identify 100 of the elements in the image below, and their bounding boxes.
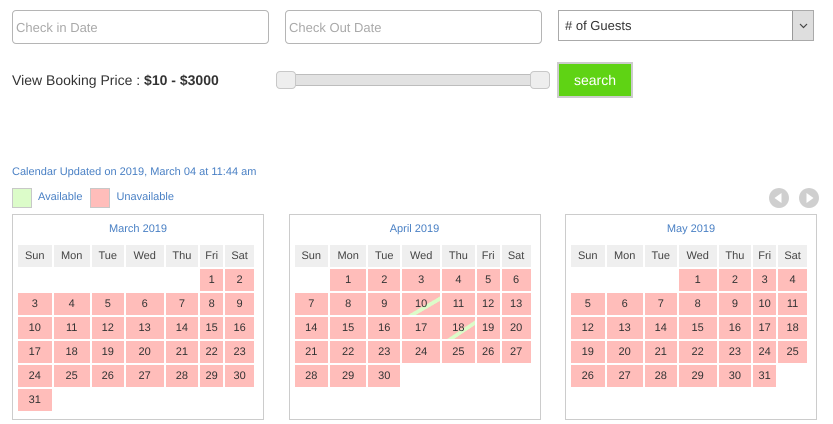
guests-select[interactable]: # of Guests xyxy=(558,10,814,41)
calendar-day[interactable]: 21 xyxy=(166,341,198,363)
calendar-day[interactable]: 5 xyxy=(571,293,604,315)
calendar-day[interactable]: 2 xyxy=(368,269,400,291)
calendar-day[interactable]: 3 xyxy=(402,269,440,291)
calendar-day[interactable]: 26 xyxy=(476,341,500,363)
calendar-day[interactable]: 1 xyxy=(330,269,366,291)
calendar-day[interactable]: 30 xyxy=(225,365,254,387)
calendar-day[interactable]: 8 xyxy=(200,293,224,315)
calendar-day[interactable]: 10 xyxy=(18,317,52,339)
calendar-day[interactable]: 11 xyxy=(54,317,90,339)
calendar-day[interactable]: 19 xyxy=(571,341,604,363)
calendar-day[interactable]: 7 xyxy=(644,293,677,315)
calendar-day[interactable]: 1 xyxy=(200,269,224,291)
calendar-day[interactable]: 11 xyxy=(442,293,475,315)
calendar-day[interactable]: 27 xyxy=(606,365,643,387)
calendar-day[interactable]: 3 xyxy=(753,269,776,291)
calendar-day[interactable]: 20 xyxy=(606,341,643,363)
calendar-day[interactable]: 14 xyxy=(166,317,198,339)
calendar-day[interactable]: 20 xyxy=(126,341,164,363)
calendar-day[interactable]: 12 xyxy=(92,317,124,339)
calendar-day[interactable]: 28 xyxy=(644,365,677,387)
calendar-day[interactable]: 25 xyxy=(54,365,90,387)
calendar-day[interactable]: 7 xyxy=(166,293,198,315)
calendar-day[interactable]: 22 xyxy=(330,341,366,363)
calendar-day[interactable]: 31 xyxy=(753,365,776,387)
calendar-day[interactable]: 16 xyxy=(225,317,254,339)
calendar-day[interactable]: 8 xyxy=(330,293,366,315)
weekday-header: Sat xyxy=(502,245,530,267)
calendar-day[interactable]: 29 xyxy=(330,365,366,387)
calendar-day[interactable]: 15 xyxy=(330,317,366,339)
calendar-day[interactable]: 13 xyxy=(606,317,643,339)
calendar-day[interactable]: 12 xyxy=(476,293,500,315)
calendar-day[interactable]: 29 xyxy=(200,365,224,387)
calendar-day[interactable]: 3 xyxy=(18,293,52,315)
calendar-day[interactable]: 25 xyxy=(442,341,475,363)
check-in-date-field[interactable]: Check in Date xyxy=(12,10,269,44)
calendar-day[interactable]: 11 xyxy=(778,293,807,315)
calendar-day[interactable]: 28 xyxy=(294,365,328,387)
calendar-day[interactable]: 30 xyxy=(718,365,752,387)
calendar-day[interactable]: 15 xyxy=(200,317,224,339)
calendar-day[interactable]: 4 xyxy=(778,269,807,291)
slider-thumb[interactable] xyxy=(276,71,296,89)
calendar-day[interactable]: 18 xyxy=(54,341,90,363)
calendar-day[interactable]: 17 xyxy=(18,341,52,363)
calendar-day[interactable]: 27 xyxy=(502,341,530,363)
calendar-day[interactable]: 8 xyxy=(678,293,717,315)
calendar-day[interactable]: 10 xyxy=(753,293,776,315)
calendar-day[interactable]: 13 xyxy=(502,293,530,315)
calendar-day[interactable]: 22 xyxy=(678,341,717,363)
calendar-day[interactable]: 13 xyxy=(126,317,164,339)
calendar-day[interactable]: 14 xyxy=(644,317,677,339)
calendar-day[interactable]: 6 xyxy=(606,293,643,315)
calendar-day[interactable]: 23 xyxy=(718,341,752,363)
calendar-day[interactable]: 19 xyxy=(92,341,124,363)
calendar-day[interactable]: 15 xyxy=(678,317,717,339)
calendar-day[interactable]: 25 xyxy=(778,341,807,363)
next-icon[interactable] xyxy=(799,188,819,208)
calendar-day[interactable]: 4 xyxy=(442,269,475,291)
calendar-day[interactable]: 18 xyxy=(442,317,475,339)
calendar-day[interactable]: 19 xyxy=(476,317,500,339)
calendar-day[interactable]: 9 xyxy=(368,293,400,315)
calendar-day[interactable]: 2 xyxy=(225,269,254,291)
calendar-day[interactable]: 16 xyxy=(718,317,752,339)
calendar-day[interactable]: 7 xyxy=(294,293,328,315)
calendar-day[interactable]: 1 xyxy=(678,269,717,291)
calendar-day[interactable]: 24 xyxy=(18,365,52,387)
slider-thumb[interactable] xyxy=(530,71,550,89)
calendar-day[interactable]: 9 xyxy=(225,293,254,315)
calendar-day[interactable]: 17 xyxy=(753,317,776,339)
calendar-day[interactable]: 23 xyxy=(368,341,400,363)
calendar-day[interactable]: 6 xyxy=(126,293,164,315)
calendar-day[interactable]: 24 xyxy=(753,341,776,363)
calendar-day[interactable]: 31 xyxy=(18,389,52,411)
check-out-date-field[interactable]: Check Out Date xyxy=(285,10,542,44)
calendar-day[interactable]: 20 xyxy=(502,317,530,339)
calendar-day[interactable]: 21 xyxy=(294,341,328,363)
calendar-day[interactable]: 21 xyxy=(644,341,677,363)
calendar-day[interactable]: 4 xyxy=(54,293,90,315)
calendar-day[interactable]: 5 xyxy=(92,293,124,315)
calendar-day[interactable]: 30 xyxy=(368,365,400,387)
calendar-day[interactable]: 14 xyxy=(294,317,328,339)
calendar-day[interactable]: 18 xyxy=(778,317,807,339)
calendar-day[interactable]: 16 xyxy=(368,317,400,339)
calendar-day[interactable]: 9 xyxy=(718,293,752,315)
calendar-day[interactable]: 2 xyxy=(718,269,752,291)
calendar-day[interactable]: 12 xyxy=(571,317,604,339)
calendar-day[interactable]: 17 xyxy=(402,317,440,339)
calendar-day[interactable]: 5 xyxy=(476,269,500,291)
calendar-day[interactable]: 26 xyxy=(571,365,604,387)
calendar-day[interactable]: 28 xyxy=(166,365,198,387)
calendar-day[interactable]: 23 xyxy=(225,341,254,363)
calendar-day[interactable]: 27 xyxy=(126,365,164,387)
calendar-day[interactable]: 10 xyxy=(402,293,440,315)
previous-icon[interactable] xyxy=(769,188,789,208)
calendar-day[interactable]: 29 xyxy=(678,365,717,387)
calendar-day[interactable]: 26 xyxy=(92,365,124,387)
calendar-day[interactable]: 6 xyxy=(502,269,530,291)
calendar-day[interactable]: 22 xyxy=(200,341,224,363)
calendar-day[interactable]: 24 xyxy=(402,341,440,363)
